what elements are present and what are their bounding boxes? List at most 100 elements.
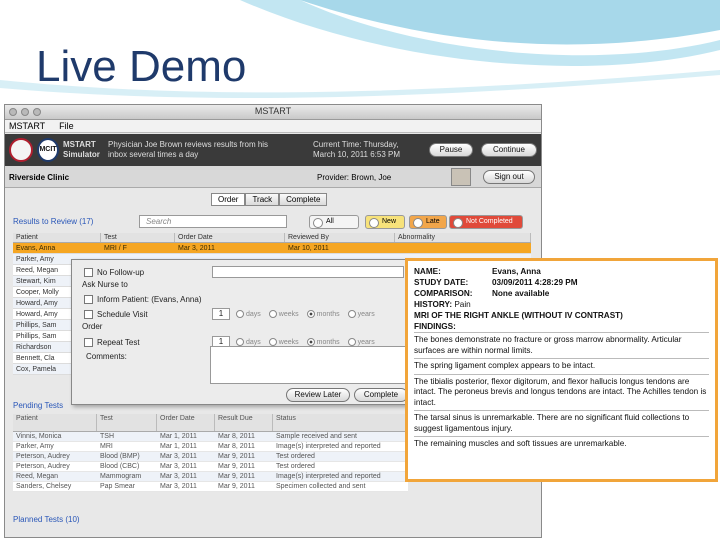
repeat-test-label: Repeat Test [97,337,140,347]
table-row[interactable]: Evans, Anna MRI / F Mar 3, 2011 Mar 10, 201… [13,243,531,254]
schedule-visit-label: Schedule Visit [97,309,148,319]
table-cell: Mar 1, 2011 [160,433,197,440]
inform-patient-checkbox[interactable] [84,294,93,304]
table-cell: Mar 3, 2011 [178,245,215,252]
repeat-days-radio[interactable] [236,338,244,346]
provider-name: Provider: Brown, Joe [317,173,392,182]
table-cell: Mar 10, 2011 [288,245,329,252]
visit-years-radio[interactable] [347,310,356,318]
filter-late[interactable]: Late [409,215,447,229]
table-cell: Mar 3, 2011 [160,483,197,490]
comments-textarea[interactable] [210,346,406,384]
pending-col-test[interactable]: Test [97,414,157,431]
filter-new[interactable]: New [365,215,405,229]
pending-col-order-date[interactable]: Order Date [157,414,215,431]
filter-all[interactable]: All [309,215,359,229]
report-name-label: NAME: [414,267,441,276]
repeat-test-checkbox[interactable] [84,337,93,347]
followup-dropdown[interactable] [212,266,404,278]
table-row[interactable]: Vinnis, Monica TSH Mar 1, 2011 Mar 8, 2011 S… [13,432,408,442]
table-row[interactable]: Sanders, Chelsey Pap Smear Mar 3, 2011 Mar … [13,482,408,492]
repeat-unit-radios: days weeks months years [236,338,375,346]
inform-patient-label: Inform Patient: (Evans, Anna) [97,294,202,304]
tab-order[interactable]: Order [211,193,246,206]
tab-complete[interactable]: Complete [279,193,328,206]
table-cell: Test ordered [276,453,315,460]
app-header: MCIT MSTART Simulator Physician Joe Brow… [5,134,541,166]
mcit-logo: MCIT [37,138,59,162]
radiology-report: NAME: Evans, Anna STUDY DATE: 03/09/2011… [405,258,718,482]
table-cell: Mar 9, 2011 [218,473,255,480]
col-order-date[interactable]: Order Date [175,233,285,242]
menu-mstart[interactable]: MSTART [9,120,45,132]
table-cell: Mar 9, 2011 [218,453,255,460]
table-cell: Mar 3, 2011 [160,453,197,460]
table-cell: Blood (CBC) [100,463,140,470]
col-abnormality[interactable]: Abnormality [395,233,531,242]
table-cell: Reed, Megan [16,473,59,480]
report-finding: The tibialis posterior, flexor digitorum… [414,373,709,411]
repeat-months-radio[interactable] [306,338,315,346]
col-test[interactable]: Test [101,233,175,242]
sign-out-button[interactable]: Sign out [483,170,535,184]
table-cell: Evans, Anna [16,245,56,252]
table-cell: Image(s) interpreted and reported [276,473,381,480]
pending-col-patient[interactable]: Patient [13,414,97,431]
visit-quantity-stepper[interactable]: 1 [212,308,230,320]
visit-months-radio[interactable] [306,310,315,318]
filter-not-completed[interactable]: Not Completed [449,215,523,229]
schedule-visit-checkbox[interactable] [84,309,93,319]
report-comparison-value: None available [492,289,550,298]
visit-unit-radios: days weeks months years [236,310,375,318]
ask-nurse-label: Ask Nurse to [82,280,128,289]
pause-button[interactable]: Pause [429,143,473,157]
table-cell: Parker, Amy [16,443,54,450]
report-history-value: Pain [454,300,471,309]
table-row[interactable]: Peterson, Audrey Blood (BMP) Mar 3, 2011 Ma… [13,452,408,462]
pending-col-result-due[interactable]: Result Due [215,414,273,431]
pending-tests-table: Patient Test Order Date Result Due Statu… [13,414,408,492]
search-input[interactable]: Search [139,215,287,228]
clinic-bar: Riverside Clinic Provider: Brown, Joe Si… [5,166,541,188]
table-cell: MRI / F [104,245,127,252]
report-findings-label: FINDINGS: [414,322,456,331]
visit-weeks-radio[interactable] [268,310,277,318]
table-cell: TSH [100,433,114,440]
table-row[interactable]: Parker, Amy MRI Mar 1, 2011 Mar 8, 2011 Imag… [13,442,408,452]
table-cell: Mar 3, 2011 [160,473,197,480]
planned-tests-label[interactable]: Planned Tests (10) [13,515,80,524]
continue-button[interactable]: Continue [481,143,537,157]
table-cell: MRI [100,443,113,450]
report-comparison-label: COMPARISON: [414,289,473,298]
table-cell: Mar 9, 2011 [218,463,255,470]
order-popup: No Follow-up Ask Nurse to Inform Patient… [71,259,413,405]
clinic-name: Riverside Clinic [9,173,70,182]
visit-days-radio[interactable] [236,310,244,318]
report-history-label: HISTORY: [414,300,453,309]
col-patient[interactable]: Patient [13,233,101,242]
menu-file[interactable]: File [59,120,74,132]
report-finding: The tarsal sinus is unremarkable. There … [414,410,709,436]
window-titlebar[interactable]: MSTART [5,105,541,120]
app-name: MSTART Simulator [63,140,100,159]
pending-tests-label: Pending Tests [13,401,64,410]
repeat-years-radio[interactable] [347,338,356,346]
window-title: MSTART [254,106,292,116]
no-followup-checkbox[interactable] [84,267,93,277]
pending-col-status[interactable]: Status [273,414,408,431]
table-cell: Mammogram [100,473,142,480]
report-exam: MRI OF THE RIGHT ANKLE (WITHOUT IV CONTR… [414,311,623,320]
table-cell: Mar 8, 2011 [218,433,255,440]
tab-track[interactable]: Track [245,193,280,206]
col-reviewed-by[interactable]: Reviewed By [285,233,395,242]
report-study-label: STUDY DATE: [414,278,469,287]
table-row[interactable]: Reed, Megan Mammogram Mar 3, 2011 Mar 9, 20… [13,472,408,482]
table-cell: Sanders, Chelsey [16,483,72,490]
pending-rows: Vinnis, Monica TSH Mar 1, 2011 Mar 8, 2011 S… [13,432,408,492]
complete-button[interactable]: Complete [354,388,408,402]
table-cell [395,243,531,253]
menu-bar: MSTART File [5,120,541,133]
review-later-button[interactable]: Review Later [286,388,350,402]
repeat-weeks-radio[interactable] [268,338,277,346]
table-row[interactable]: Peterson, Audrey Blood (CBC) Mar 3, 2011 Ma… [13,462,408,472]
